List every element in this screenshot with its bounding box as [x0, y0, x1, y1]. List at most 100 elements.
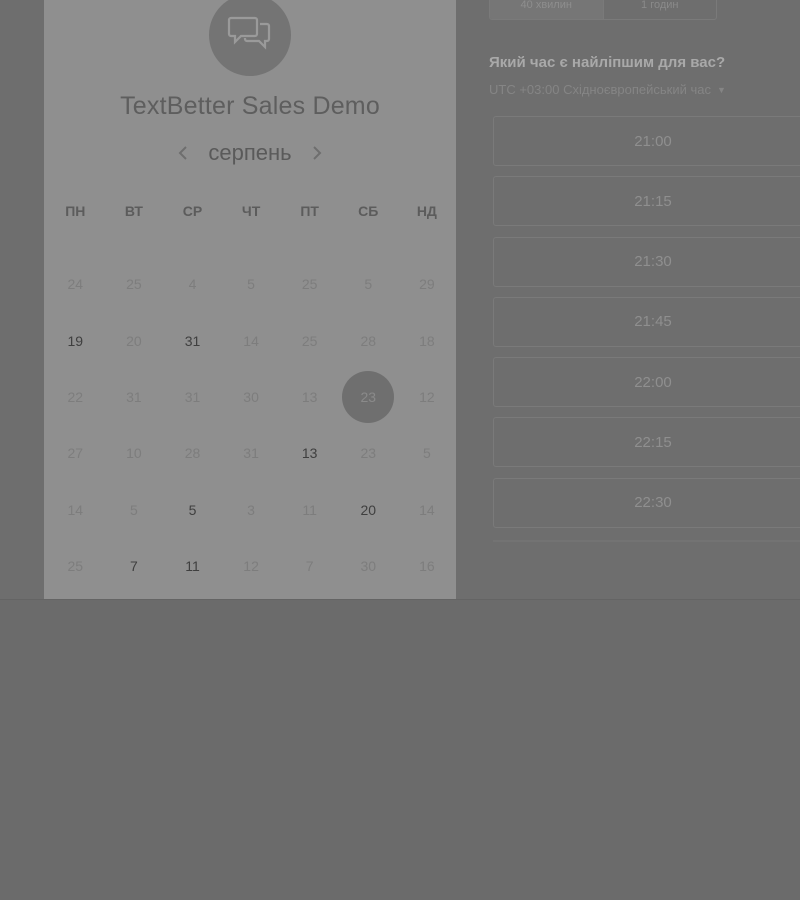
calendar-day-number: 12: [243, 558, 259, 575]
weekday-label: ПТ: [300, 203, 319, 219]
calendar-day-number: 14: [67, 501, 84, 518]
calendar-day-number: 27: [67, 445, 84, 462]
calendar-day[interactable]: 11: [163, 538, 222, 594]
duration-option-40min[interactable]: 40 хвилин: [490, 0, 603, 19]
calendar-day: 31: [222, 425, 281, 481]
calendar-day[interactable]: 13: [280, 425, 339, 481]
timezone-selector[interactable]: UTC +03:00 Східноєвропейський час ▼: [489, 82, 726, 97]
calendar-day-number: 11: [185, 558, 200, 575]
calendar-day-number: 31: [184, 332, 201, 349]
calendar-day: 13: [280, 369, 339, 425]
calendar-day: 12: [222, 538, 281, 594]
calendar-day-number: 14: [419, 501, 435, 518]
calendar-day: 25: [46, 538, 105, 594]
calendar-day: 29: [398, 256, 457, 312]
calendar-day: 27: [46, 425, 105, 481]
calendar-day-number: 19: [67, 332, 84, 349]
calendar-day: 20: [105, 312, 164, 368]
calendar-day-number: 20: [360, 501, 377, 518]
calendar-day: 25: [280, 256, 339, 312]
timezone-label: UTC +03:00 Східноєвропейський час: [489, 82, 711, 97]
calendar-day-number: 12: [419, 388, 435, 405]
calendar-day: 18: [398, 312, 457, 368]
calendar-day[interactable]: 19: [46, 312, 105, 368]
calendar-day-number: 11: [302, 501, 317, 518]
calendar-day-number: 14: [243, 332, 259, 349]
calendar-day-number: 28: [184, 445, 201, 462]
calendar-day: 4: [163, 256, 222, 312]
calendar-day-number: 25: [301, 332, 318, 349]
calendar-day-number: 5: [422, 445, 431, 462]
calendar-day-number: 28: [360, 332, 377, 349]
calendar-day: 11: [280, 482, 339, 538]
calendar-day-number: 5: [247, 276, 255, 293]
calendar-day: 12: [398, 369, 457, 425]
calendar-day-number: 29: [419, 276, 435, 293]
weekday-label: ЧТ: [241, 203, 261, 219]
calendar-day: 5: [398, 425, 457, 481]
calendar-day-number: 16: [419, 558, 435, 575]
time-slot-list-bottom-edge: [493, 540, 800, 542]
time-slot[interactable]: 21:15: [493, 176, 800, 227]
weekday-label: ВТ: [124, 203, 143, 219]
calendar-day-number: 24: [67, 276, 84, 293]
calendar-day: 30: [339, 538, 398, 594]
calendar-day: 25: [280, 312, 339, 368]
calendar-day-number: 5: [364, 276, 373, 293]
calendar-day-number: 5: [188, 501, 197, 518]
calendar-day: 30: [222, 369, 281, 425]
time-slot[interactable]: 22:00: [493, 357, 800, 408]
time-slot[interactable]: 21:45: [493, 296, 800, 347]
caret-down-icon: ▼: [716, 84, 726, 95]
calendar-day-number: 31: [126, 388, 142, 405]
calendar-day-number: 31: [184, 388, 201, 405]
calendar-day-number: 10: [126, 445, 142, 462]
calendar-day-number: 13: [301, 445, 318, 462]
calendar-day: 5: [339, 256, 398, 312]
month-navigation: серпень: [44, 140, 456, 166]
weekday-label: ПН: [65, 203, 86, 219]
calendar-day-number: 3: [247, 501, 255, 518]
calendar-day-number: 7: [305, 558, 314, 575]
calendar-day: 5: [105, 482, 164, 538]
time-question: Який час є найліпшим для вас?: [489, 54, 726, 71]
calendar-day: 31: [105, 369, 164, 425]
chevron-right-icon[interactable]: [308, 141, 326, 165]
calendar-day-number: 23: [360, 388, 377, 405]
time-slot[interactable]: 22:30: [493, 477, 800, 528]
calendar-day-number: 23: [360, 445, 377, 462]
calendar-day: 28: [339, 312, 398, 368]
month-label: серпень: [208, 140, 292, 165]
calendar-day-number: 30: [360, 558, 377, 575]
time-slot[interactable]: 22:15: [493, 417, 800, 468]
calendar-day: 23: [339, 425, 398, 481]
time-slot[interactable]: 21:00: [493, 116, 800, 166]
calendar-day-selected[interactable]: 23: [339, 369, 398, 425]
calendar-day-number: 30: [243, 388, 259, 405]
calendar-day-number: 22: [67, 388, 84, 405]
calendar-day[interactable]: 5: [163, 482, 222, 538]
calendar-day: 14: [46, 482, 105, 538]
calendar-day: 24: [46, 256, 105, 312]
chevron-left-icon[interactable]: [174, 141, 192, 165]
event-logo: [209, 0, 291, 76]
calendar-day-number: 7: [129, 558, 138, 575]
calendar-day-number: 25: [301, 276, 318, 293]
calendar-day[interactable]: 20: [339, 482, 398, 538]
calendar-day-number: 25: [67, 558, 84, 575]
weekday-label: СР: [182, 203, 203, 219]
event-title: TextBetter Sales Demo: [120, 92, 380, 120]
duration-option-1hour[interactable]: 1 годин: [602, 0, 717, 19]
calendar-day[interactable]: 31: [163, 312, 222, 368]
calendar-day-number: 31: [243, 445, 259, 462]
calendar-day: 7: [280, 538, 339, 594]
chat-bubbles-icon: [227, 15, 273, 56]
calendar-day-number: 18: [419, 332, 435, 349]
calendar-card: TextBetter Sales Demo серпень ПН ВТ СР Ч…: [44, 0, 456, 599]
time-slot[interactable]: 21:30: [493, 236, 800, 287]
calendar-day-number: 20: [126, 332, 142, 349]
weekday-label: НД: [416, 203, 437, 219]
calendar-day[interactable]: 7: [105, 538, 164, 594]
weekday-label: СБ: [358, 203, 379, 219]
calendar-day-number: 13: [301, 388, 318, 405]
